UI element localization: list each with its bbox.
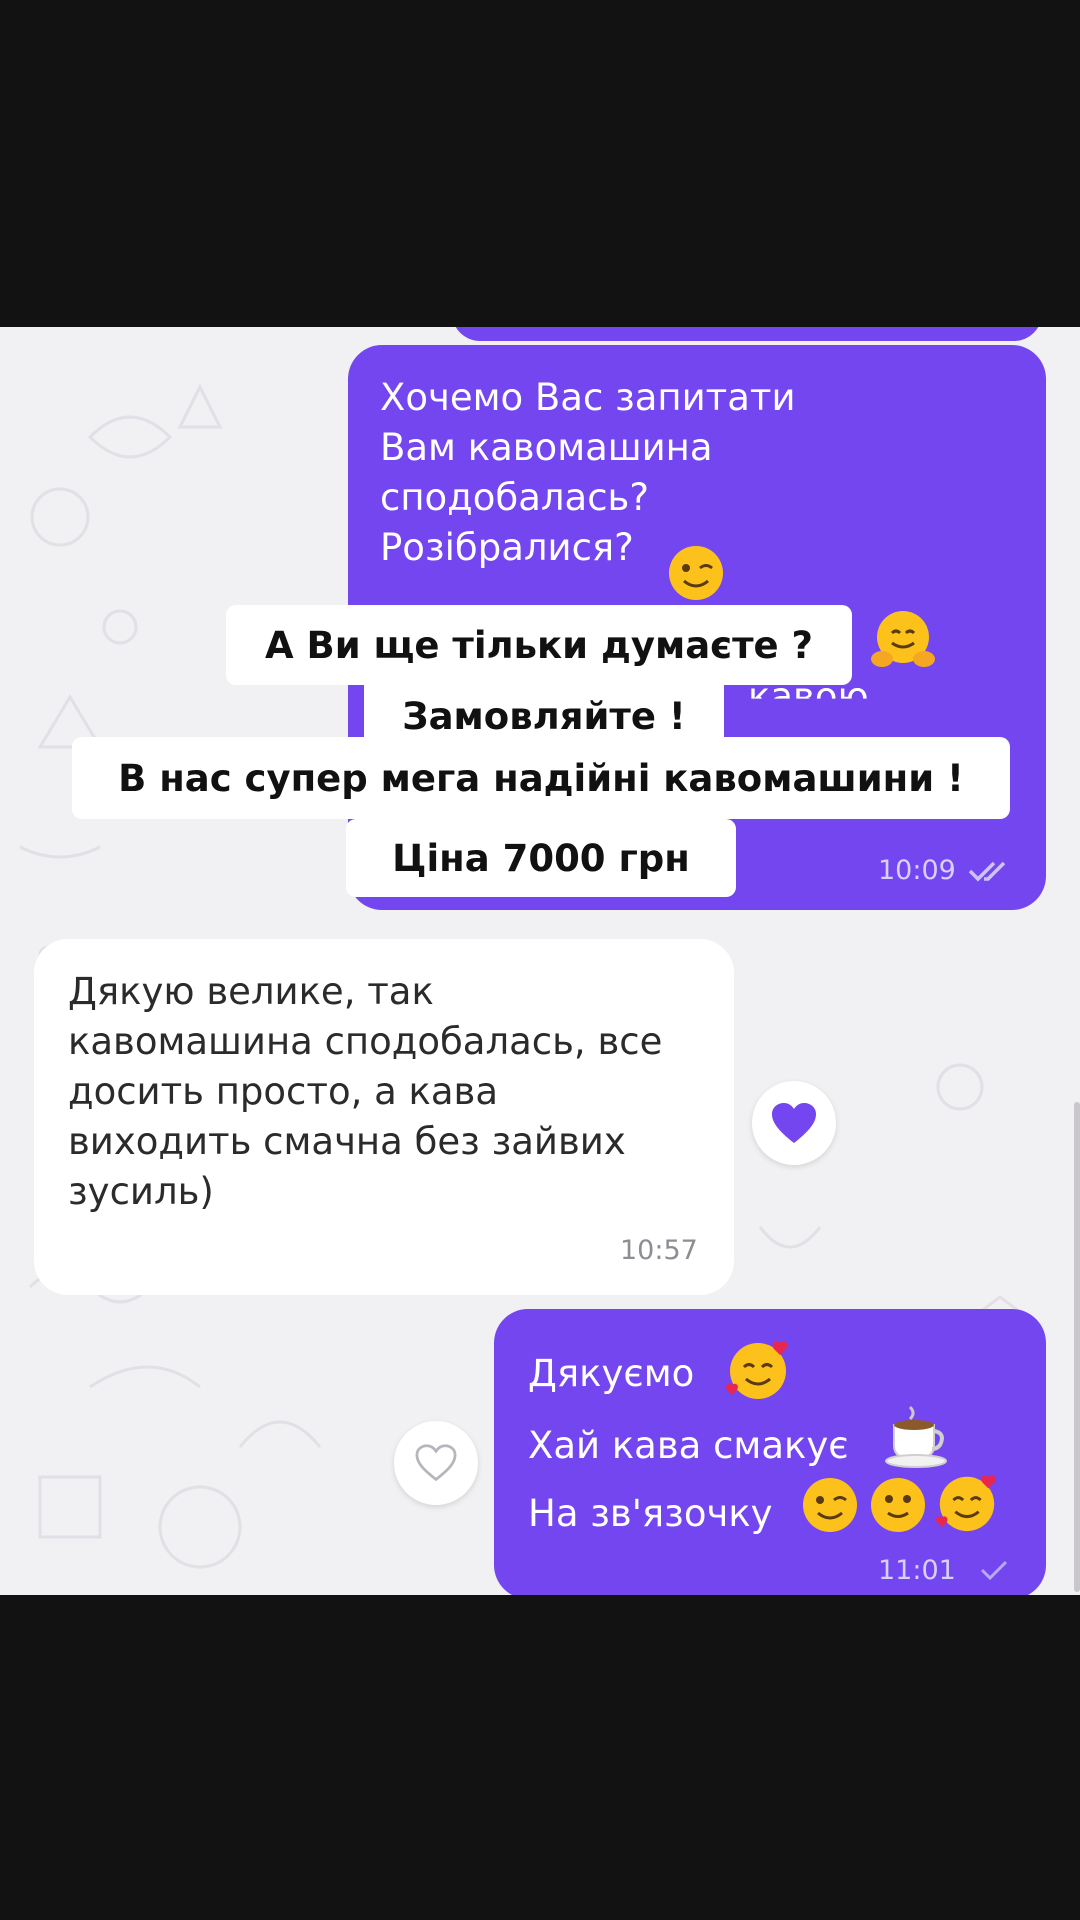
heart-outline-icon (415, 1444, 457, 1482)
message-time: 11:01 (878, 1555, 956, 1586)
overlay-caption: В нас супер мега надійні кавомашини ! (72, 737, 1010, 819)
double-check-icon (968, 861, 1006, 882)
reaction-button[interactable] (394, 1421, 478, 1505)
message-time: 10:57 (620, 1235, 698, 1266)
reaction-button[interactable] (752, 1081, 836, 1165)
winking-face-icon (803, 1478, 857, 1532)
hugging-face-icon (871, 611, 935, 667)
message-line: Хай кава смакує (528, 1424, 849, 1467)
message-time: 10:09 (878, 855, 956, 886)
winking-face-icon (669, 546, 723, 600)
message-line: На зв'язочку (528, 1492, 773, 1535)
outgoing-message-bubble[interactable]: Дякуємо Хай кава смакує На зв'язочку 11:… (494, 1309, 1046, 1595)
single-check-icon (980, 1560, 1008, 1581)
message-line: Дякуємо (528, 1352, 695, 1395)
previous-message-bubble[interactable] (452, 327, 1042, 341)
coffee-cup-icon (885, 1405, 947, 1468)
scrollbar[interactable] (1074, 1102, 1080, 1592)
incoming-message-bubble[interactable]: Дякую велике, так кавомашина сподобалась… (34, 939, 734, 1295)
overlay-caption: А Ви ще тільки думаєте ? (226, 605, 852, 685)
chat-area[interactable]: Хочемо Вас запитати Вам кавомашина сподо… (0, 327, 1080, 1595)
slightly-smiling-face-icon (871, 1478, 925, 1532)
heart-filled-icon (772, 1103, 816, 1143)
smiling-face-hearts-icon (726, 1341, 788, 1399)
message-text: Дякую велике, так кавомашина сподобалась… (68, 970, 663, 1213)
smiling-face-hearts-icon (936, 1475, 996, 1532)
overlay-caption: Ціна 7000 грн (346, 819, 736, 897)
